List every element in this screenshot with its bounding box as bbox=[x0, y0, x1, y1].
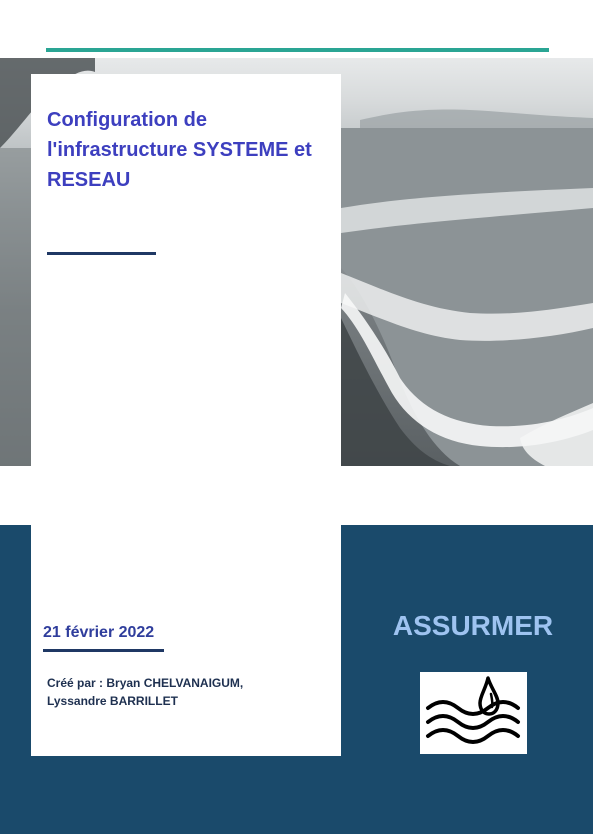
water-drop-waves-icon bbox=[426, 676, 520, 744]
date-underline bbox=[43, 649, 164, 652]
info-card: 21 février 2022 Créé par : Bryan CHELVAN… bbox=[31, 525, 341, 756]
document-title: Configuration de l'infrastructure SYSTEM… bbox=[47, 109, 312, 191]
title-card: Configuration de l'infrastructure SYSTEM… bbox=[31, 74, 341, 466]
top-accent-rule bbox=[46, 48, 549, 52]
document-date: 21 février 2022 bbox=[43, 624, 155, 641]
author-block: Créé par : Bryan CHELVANAIGUM, Lyssandre… bbox=[47, 674, 327, 710]
author-line-1: Créé par : Bryan CHELVANAIGUM, bbox=[47, 676, 244, 690]
author-line-2: Lyssandre BARRILLET bbox=[47, 694, 178, 708]
company-logo bbox=[420, 672, 527, 754]
company-name: ASSURMER bbox=[392, 610, 554, 641]
title-underline bbox=[47, 252, 156, 255]
